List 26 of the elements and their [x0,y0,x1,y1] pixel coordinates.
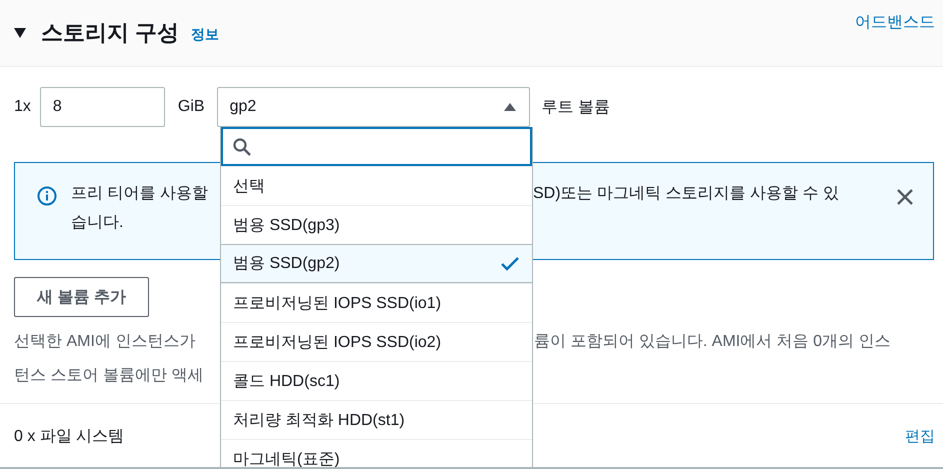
file-systems-label: 0 x 파일 시스템 [14,427,124,447]
close-icon[interactable] [897,189,913,205]
size-field[interactable]: 8 [40,87,165,127]
info-icon [37,186,57,206]
description-text: 선택한 AMI에 인스턴스가 [14,332,196,352]
description-text: 륨이 포함되어 있습니다. AMI에서 처음 0개의 인스 [534,332,890,352]
section-title: 스토리지 구성 [41,19,180,47]
check-icon [500,256,520,270]
add-volume-button[interactable]: 새 볼륨 추가 [14,277,149,317]
unit-label: GiB [178,98,205,116]
search-field[interactable] [221,127,532,166]
alert-text: 습니다. [71,213,124,233]
search-icon [233,138,251,156]
dropdown-option[interactable]: 마그네틱(표준) [221,439,532,467]
advanced-link[interactable]: 어드밴스드 [855,12,935,33]
volume-count: 1x [14,98,31,116]
description-text: 턴스 스토어 볼륨에만 액세 [14,366,204,386]
caret-down-icon[interactable] [13,27,27,39]
info-link[interactable]: 정보 [191,26,220,44]
alert-text: 프리 티어를 사용할 [71,184,208,204]
caret-icon [502,102,517,112]
edit-link[interactable]: 편집 [905,427,935,446]
alert-text: SD)또는 마그네틱 스토리지를 사용할 수 있 [533,184,839,204]
root-volume-label: 루트 볼륨 [542,98,610,118]
volume-type-select[interactable]: gp2 [216,87,530,127]
dropdown-option[interactable]: 범용 SSD(gp2) [221,244,532,283]
